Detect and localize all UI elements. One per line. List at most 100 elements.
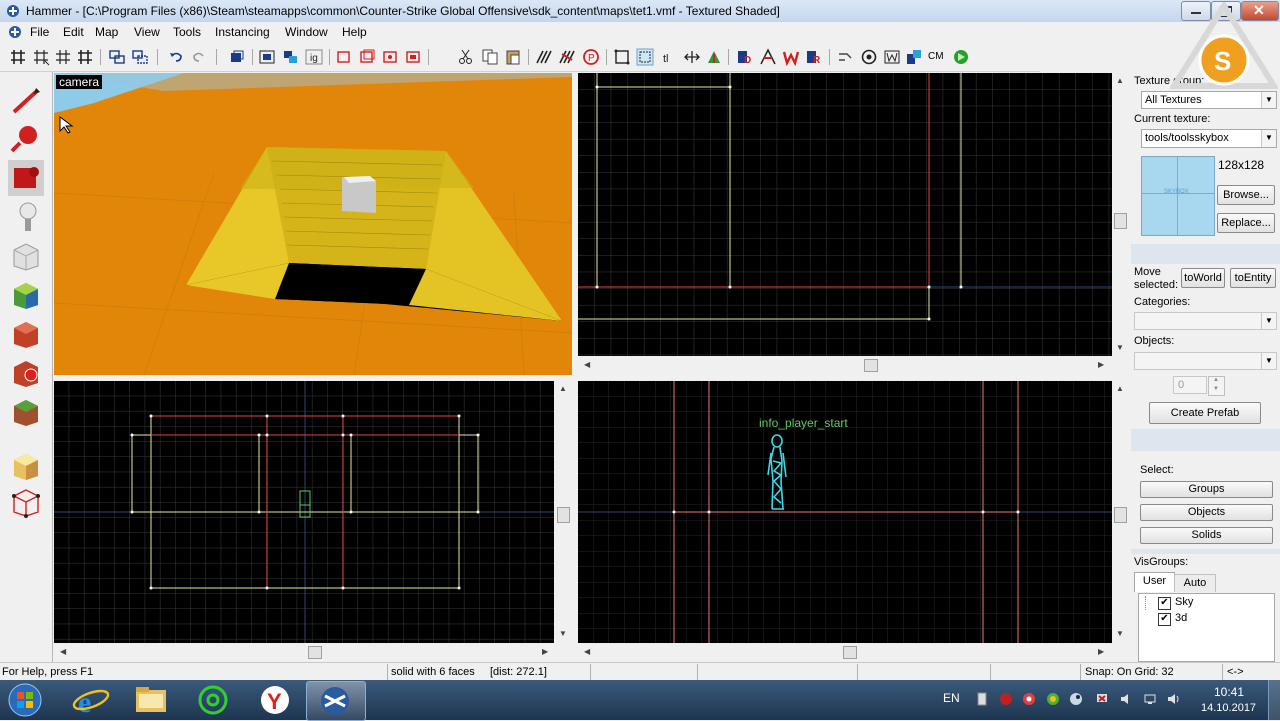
- internet-explorer-icon[interactable]: e: [66, 682, 116, 718]
- scroll-left-icon[interactable]: ◀: [60, 647, 66, 656]
- scroll-up-icon[interactable]: ▲: [559, 384, 567, 393]
- scroll-up-icon[interactable]: ▲: [1116, 76, 1124, 85]
- spin-down-icon[interactable]: ▼: [1213, 386, 1219, 392]
- nodraw-toggle-icon[interactable]: [883, 48, 901, 66]
- entity-tool-icon[interactable]: [6, 199, 46, 235]
- menu-edit[interactable]: Edit: [63, 25, 84, 39]
- snap-icon[interactable]: [636, 48, 654, 66]
- ignore-groups-icon[interactable]: ig: [305, 48, 323, 66]
- grid-smaller-icon[interactable]: [32, 48, 50, 66]
- clock-date[interactable]: 14.10.2017: [1201, 702, 1256, 714]
- cm-button[interactable]: CM: [928, 51, 944, 62]
- speaker-icon[interactable]: [1119, 692, 1133, 706]
- flip-icon[interactable]: [381, 48, 399, 66]
- grid-toggle-icon[interactable]: [9, 48, 27, 66]
- tab-auto[interactable]: Auto: [1174, 574, 1216, 592]
- entity-report-icon[interactable]: [683, 48, 701, 66]
- redo-icon[interactable]: [190, 48, 208, 66]
- scroll-thumb[interactable]: [1114, 213, 1127, 229]
- side-view-vscrollbar[interactable]: ▲ ▼: [1112, 381, 1129, 643]
- visgroup-checkbox-3d[interactable]: ✔: [1158, 613, 1171, 626]
- overlay-tool-icon[interactable]: [6, 394, 46, 430]
- scroll-right-icon[interactable]: ▶: [1098, 647, 1104, 656]
- camera-tool-icon[interactable]: [6, 160, 46, 196]
- volume-icon[interactable]: [1166, 692, 1180, 706]
- texture-scale-lock-icon[interactable]: [558, 48, 576, 66]
- vertex-manipulation-icon[interactable]: [6, 484, 46, 520]
- toggle-models-icon[interactable]: [905, 48, 923, 66]
- apply-texture-icon[interactable]: [6, 316, 46, 352]
- cut-icon[interactable]: [457, 48, 475, 66]
- count-spinner[interactable]: ▲ ▼: [1208, 376, 1225, 396]
- scroll-thumb[interactable]: [557, 507, 570, 523]
- hammer-editor-task[interactable]: [306, 681, 366, 721]
- run-icon[interactable]: [952, 48, 970, 66]
- compile-icon[interactable]: D: [736, 48, 754, 66]
- texture-group-select[interactable]: All Textures ▼: [1141, 91, 1277, 109]
- scroll-down-icon[interactable]: ▼: [1116, 629, 1124, 638]
- prefab-count-field[interactable]: 0: [1173, 376, 1207, 394]
- clipping-tool-icon[interactable]: [6, 448, 46, 484]
- menu-map[interactable]: Map: [95, 25, 118, 39]
- current-texture-select[interactable]: tools/toolsskybox ▼: [1141, 129, 1277, 148]
- nodraw-icon[interactable]: P: [582, 48, 600, 66]
- menu-file[interactable]: File: [30, 25, 49, 39]
- menu-help[interactable]: Help: [342, 25, 367, 39]
- tray-flag-icon[interactable]: [1095, 692, 1109, 706]
- mail-agent-icon[interactable]: [188, 682, 238, 718]
- top-2d-viewport[interactable]: [578, 73, 1112, 356]
- tray-app-icon[interactable]: [1022, 692, 1036, 706]
- decal-tool-icon[interactable]: [6, 355, 46, 391]
- ungroup-icon[interactable]: [131, 48, 149, 66]
- run-map-icon[interactable]: [759, 48, 777, 66]
- replace-button[interactable]: Replace...: [1217, 213, 1275, 233]
- tab-user[interactable]: User: [1134, 572, 1175, 592]
- steam-icon[interactable]: [1069, 692, 1083, 706]
- side-2d-viewport[interactable]: info_player_start: [578, 381, 1112, 643]
- categories-select[interactable]: ▼: [1134, 312, 1277, 330]
- scroll-down-icon[interactable]: ▼: [1116, 343, 1124, 352]
- area-portals-icon[interactable]: [837, 48, 855, 66]
- selection-box-icon[interactable]: [358, 48, 376, 66]
- grid-larger-icon[interactable]: [54, 48, 72, 66]
- scroll-thumb[interactable]: [1114, 507, 1127, 523]
- select-box-icon[interactable]: [335, 48, 353, 66]
- to-world-button[interactable]: toWorld: [1181, 268, 1225, 288]
- clock-time[interactable]: 10:41: [1214, 685, 1244, 699]
- spin-up-icon[interactable]: ▲: [1213, 377, 1219, 383]
- front-2d-viewport[interactable]: [54, 381, 554, 643]
- hide-selected-icon[interactable]: [258, 48, 276, 66]
- start-orb-icon[interactable]: [6, 682, 44, 718]
- show-desktop-button[interactable]: [1268, 680, 1280, 720]
- top-view-hscrollbar[interactable]: ◀ ▶: [578, 356, 1112, 374]
- cordon-icon[interactable]: [782, 48, 800, 66]
- file-explorer-icon[interactable]: [126, 682, 176, 718]
- front-view-vscrollbar[interactable]: ▲ ▼: [554, 381, 572, 643]
- overlay-icon[interactable]: R: [805, 48, 823, 66]
- yandex-browser-icon[interactable]: Y: [250, 682, 300, 718]
- visgroups-icon[interactable]: [860, 48, 878, 66]
- select-objects-button[interactable]: Objects: [1140, 504, 1273, 521]
- menu-window[interactable]: Window: [285, 25, 328, 39]
- select-groups-button[interactable]: Groups: [1140, 481, 1273, 498]
- side-view-hscrollbar[interactable]: ◀ ▶: [578, 643, 1112, 661]
- paste-icon[interactable]: [504, 48, 522, 66]
- center-views-icon[interactable]: tl: [660, 48, 678, 66]
- to-entity-button[interactable]: toEntity: [1230, 268, 1276, 288]
- group-icon[interactable]: [108, 48, 126, 66]
- browse-button[interactable]: Browse...: [1217, 185, 1275, 205]
- magnify-tool-icon[interactable]: [6, 121, 46, 157]
- check-problems-icon[interactable]: [705, 48, 723, 66]
- visgroup-checkbox-sky[interactable]: ✔: [1158, 597, 1171, 610]
- scroll-down-icon[interactable]: ▼: [559, 629, 567, 638]
- objects-select[interactable]: ▼: [1134, 352, 1277, 370]
- network-icon[interactable]: [1143, 692, 1157, 706]
- scroll-left-icon[interactable]: ◀: [584, 360, 590, 369]
- tools-3d-icon[interactable]: [613, 48, 631, 66]
- scroll-left-icon[interactable]: ◀: [584, 647, 590, 656]
- texture-lock-icon[interactable]: [535, 48, 553, 66]
- scroll-right-icon[interactable]: ▶: [542, 647, 548, 656]
- hollow-icon[interactable]: [404, 48, 422, 66]
- scroll-thumb[interactable]: [843, 646, 857, 659]
- menu-instancing[interactable]: Instancing: [215, 25, 270, 39]
